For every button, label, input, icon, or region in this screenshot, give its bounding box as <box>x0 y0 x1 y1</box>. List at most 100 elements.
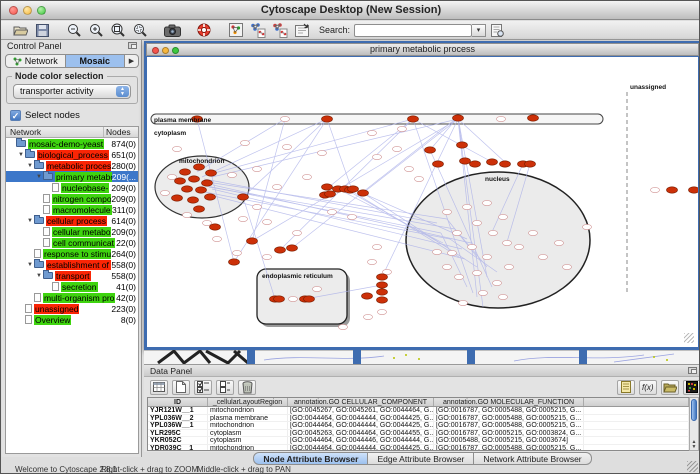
formula-builder-icon[interactable]: f(x) <box>639 380 657 395</box>
node-unselected[interactable] <box>503 240 512 245</box>
node-selected-red[interactable] <box>460 158 471 164</box>
node-unselected[interactable] <box>168 174 177 179</box>
node-selected-red[interactable] <box>275 247 286 253</box>
tree-expander-icon[interactable]: ▼ <box>17 152 25 158</box>
node-selected-red[interactable] <box>247 238 258 244</box>
zoom-in-icon[interactable] <box>85 22 107 39</box>
zoom-out-icon[interactable] <box>63 22 85 39</box>
node-unselected[interactable] <box>281 116 290 121</box>
search-options-icon[interactable] <box>486 22 508 39</box>
network-window-zoom-button[interactable] <box>172 47 179 54</box>
node-unselected[interactable] <box>373 154 382 159</box>
tree-item-multi-organism-pro[interactable]: multi-organism pro42(0) <box>6 292 138 303</box>
node-unselected[interactable] <box>253 204 262 209</box>
node-unselected[interactable] <box>555 240 564 245</box>
tree-item-secretion[interactable]: secretion41(0) <box>6 281 138 292</box>
node-unselected[interactable] <box>479 290 488 295</box>
node-selected-red[interactable] <box>470 161 481 167</box>
node-selected-red[interactable] <box>689 187 699 193</box>
attribute-list-icon[interactable] <box>617 380 635 395</box>
node-unselected[interactable] <box>455 274 464 279</box>
node-unselected[interactable] <box>328 209 337 214</box>
node-unselected[interactable] <box>459 300 468 305</box>
node-selected-red[interactable] <box>206 170 217 176</box>
node-unselected[interactable] <box>378 309 387 314</box>
node-unselected[interactable] <box>539 254 548 259</box>
node-unselected[interactable] <box>213 236 222 241</box>
node-selected-red[interactable] <box>196 187 207 193</box>
node-selected-red[interactable] <box>487 159 498 165</box>
node-color-select[interactable]: transporter activity ▲▼ <box>13 84 131 99</box>
node-unselected[interactable] <box>289 296 298 301</box>
node-unselected[interactable] <box>241 140 250 145</box>
node-unselected[interactable] <box>303 174 312 179</box>
scrollbar-thumb[interactable] <box>691 399 697 421</box>
zoom-window-button[interactable] <box>37 6 46 15</box>
node-unselected[interactable] <box>368 259 377 264</box>
node-unselected[interactable] <box>293 230 302 235</box>
node-unselected[interactable] <box>253 166 262 171</box>
new-network-from-selected-edges-icon[interactable] <box>269 22 291 39</box>
node-selected-red[interactable] <box>457 142 468 148</box>
node-selected-red[interactable] <box>322 116 333 122</box>
tree-item-cellular-metabo[interactable]: cellular metabo209(0) <box>6 226 138 237</box>
unselect-attributes-icon[interactable] <box>216 380 234 395</box>
node-unselected[interactable] <box>348 214 357 219</box>
node-unselected[interactable] <box>368 130 377 135</box>
tab-overflow-button[interactable]: ▶ <box>125 55 138 67</box>
tree-item-cellular-process[interactable]: ▼cellular process614(0) <box>6 215 138 226</box>
node-selected-red[interactable] <box>189 176 200 182</box>
node-unselected[interactable] <box>273 184 282 189</box>
node-selected-red[interactable] <box>667 187 678 193</box>
node-unselected[interactable] <box>373 244 382 249</box>
node-unselected[interactable] <box>499 214 508 219</box>
node-unselected[interactable] <box>405 166 414 171</box>
minimize-window-button[interactable] <box>23 6 32 15</box>
node-selected-red[interactable] <box>348 186 359 192</box>
node-selected-red[interactable] <box>274 296 285 302</box>
network-window-titlebar[interactable]: primary metabolic process <box>146 43 699 56</box>
node-unselected[interactable] <box>515 244 524 249</box>
attribute-table[interactable]: ID_cellularLayoutRegionannotation.GO CEL… <box>147 397 690 451</box>
node-selected-red[interactable] <box>433 161 444 167</box>
table-column-header[interactable]: ID <box>148 398 208 406</box>
node-unselected[interactable] <box>505 264 514 269</box>
node-selected-red[interactable] <box>202 180 213 186</box>
tree-item-macromolecule[interactable]: macromolecule311(0) <box>6 204 138 215</box>
nucleus-region[interactable] <box>406 172 590 308</box>
tree-expander-icon[interactable]: ▼ <box>26 262 34 268</box>
node-selected-red[interactable] <box>528 115 539 121</box>
delete-attribute-trash-icon[interactable] <box>238 380 256 395</box>
table-scrollbar[interactable]: ▲▼ <box>689 397 699 451</box>
node-selected-red[interactable] <box>194 206 205 212</box>
node-selected-red[interactable] <box>322 184 333 190</box>
node-unselected[interactable] <box>339 324 348 329</box>
tree-item-unassigned[interactable]: unassigned223(0) <box>6 303 138 314</box>
tab-network[interactable]: Network <box>6 55 66 67</box>
node-unselected[interactable] <box>263 219 272 224</box>
node-unselected[interactable] <box>483 254 492 259</box>
node-unselected[interactable] <box>233 250 242 255</box>
import-attributes-folder-icon[interactable] <box>661 380 679 395</box>
node-selected-red[interactable] <box>377 274 388 280</box>
zoom-fit-icon[interactable] <box>107 22 129 39</box>
new-network-from-selected-nodes-icon[interactable] <box>247 22 269 39</box>
node-selected-red[interactable] <box>238 194 249 200</box>
node-unselected[interactable] <box>448 250 457 255</box>
node-selected-red[interactable] <box>377 282 388 288</box>
tree-expander-icon[interactable]: ▼ <box>35 174 43 180</box>
node-unselected[interactable] <box>483 200 492 205</box>
node-unselected[interactable] <box>161 190 170 195</box>
data-panel-float-icon[interactable] <box>688 367 697 374</box>
node-unselected[interactable] <box>398 126 407 131</box>
node-unselected[interactable] <box>393 146 402 151</box>
node-selected-red[interactable] <box>180 169 191 175</box>
select-attributes-icon[interactable] <box>150 380 168 395</box>
table-column-header[interactable]: annotation.GO CELLULAR_COMPONENT <box>288 398 434 406</box>
new-attribute-icon[interactable] <box>172 380 190 395</box>
node-unselected[interactable] <box>493 280 502 285</box>
node-selected-red[interactable] <box>182 186 193 192</box>
snapshot-camera-icon[interactable] <box>161 22 183 39</box>
node-selected-red[interactable] <box>425 147 436 153</box>
node-unselected[interactable] <box>318 150 327 155</box>
